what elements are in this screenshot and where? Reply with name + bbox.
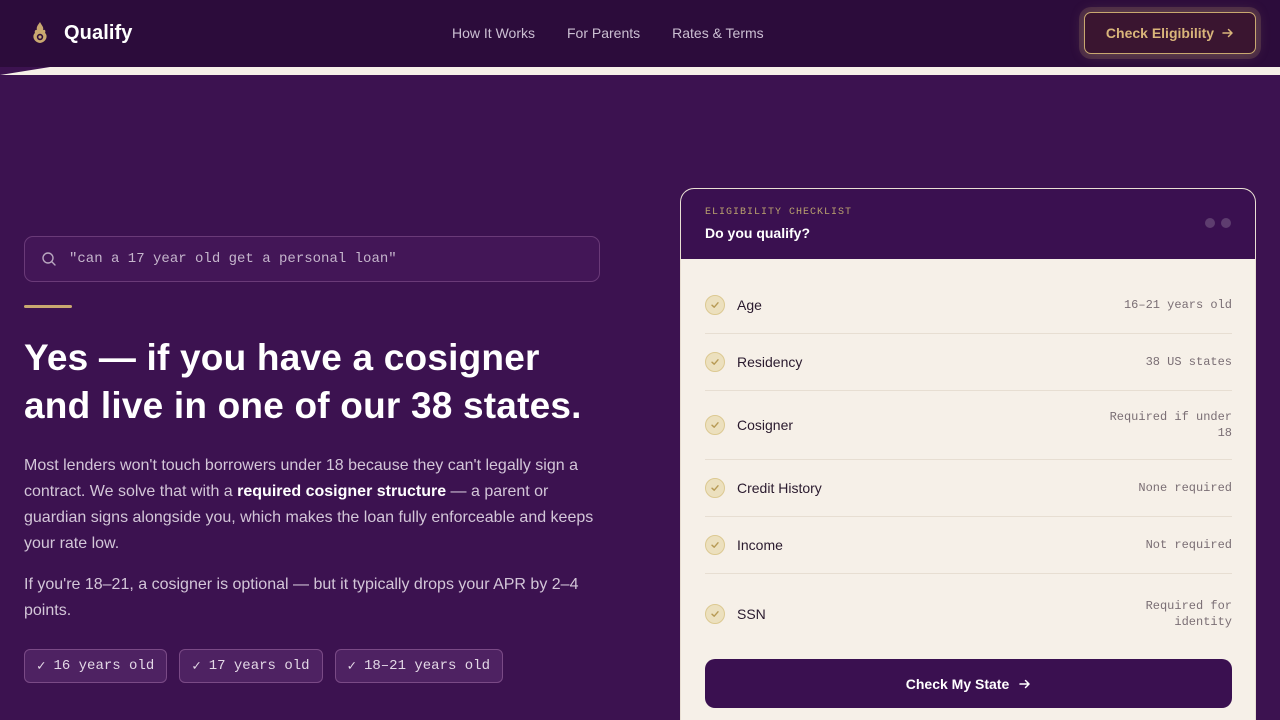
row-left: Income: [705, 535, 783, 555]
row-left: Age: [705, 295, 762, 315]
age-chip-label: 18–21 years old: [363, 658, 490, 674]
nav-link-for-parents[interactable]: For Parents: [567, 25, 640, 41]
row-left: SSN: [705, 604, 766, 624]
hero-paragraph-1: Most lenders won't touch borrowers under…: [24, 453, 614, 557]
nav-link-rates-terms[interactable]: Rates & Terms: [672, 25, 764, 41]
row-left: Credit History: [705, 478, 822, 498]
check-icon: [705, 478, 725, 498]
hero-headline: Yes — if you have a cosigner and live in…: [24, 334, 644, 430]
checklist-row-income: Income Not required: [705, 517, 1232, 574]
search-query-box: "can a 17 year old get a personal loan": [24, 236, 600, 282]
arrow-right-icon: [1019, 679, 1030, 688]
check-eligibility-button[interactable]: Check Eligibility: [1084, 12, 1256, 54]
check-icon: [705, 295, 725, 315]
checklist-row-residency: Residency 38 US states: [705, 334, 1232, 391]
age-chip-18-21[interactable]: ✓ 18–21 years old: [334, 649, 503, 683]
window-dots: [1205, 218, 1231, 228]
row-value: Not required: [1145, 538, 1232, 552]
dot-icon: [1205, 218, 1215, 228]
row-label: Credit History: [737, 480, 822, 496]
top-nav: Qualify How It Works For Parents Rates &…: [0, 0, 1280, 67]
flame-badge-icon: [33, 22, 47, 43]
nav-links: How It Works For Parents Rates & Terms: [452, 25, 764, 41]
search-query-text: "can a 17 year old get a personal loan": [69, 251, 397, 267]
check-icon: [705, 415, 725, 435]
checklist-row-cosigner: Cosigner Required if under 18: [705, 391, 1232, 460]
age-chip-label: 17 years old: [208, 658, 310, 674]
row-value: 38 US states: [1145, 355, 1232, 369]
check-icon: ✓: [347, 658, 356, 675]
check-my-state-label: Check My State: [905, 675, 1010, 692]
check-my-state-button[interactable]: Check My State: [705, 659, 1232, 708]
accent-divider: [24, 305, 72, 308]
hero-paragraph-2: If you're 18–21, a cosigner is optional …: [24, 576, 579, 619]
check-icon: ✓: [192, 658, 201, 675]
check-icon: [705, 535, 725, 555]
search-icon: [42, 252, 56, 266]
page: Qualify How It Works For Parents Rates &…: [0, 0, 1280, 720]
row-value: 16–21 years old: [1123, 298, 1232, 312]
dot-icon: [1221, 218, 1231, 228]
nav-link-how-it-works[interactable]: How It Works: [452, 25, 535, 41]
checklist-row-ssn: SSN Required for identity: [705, 574, 1232, 654]
checklist-row-credit-history: Credit History None required: [705, 460, 1232, 517]
headline-line-1: Yes — if you have a cosigner: [24, 337, 540, 378]
card-title: Do you qualify?: [705, 225, 810, 241]
para1-bold-text: required cosigner structure: [237, 483, 447, 500]
age-chip-17[interactable]: ✓ 17 years old: [179, 649, 323, 683]
arrow-right-icon: [1222, 28, 1233, 38]
card-header: ELIGIBILITY CHECKLIST Do you qualify?: [681, 189, 1255, 259]
row-label: Residency: [737, 354, 803, 370]
row-value: Required for identity: [1145, 599, 1232, 629]
checklist-row-age: Age 16–21 years old: [705, 277, 1232, 334]
age-chip-16[interactable]: ✓ 16 years old: [24, 649, 168, 683]
brand-logo[interactable]: Qualify: [30, 21, 133, 45]
age-chips: ✓ 16 years old ✓ 17 years old ✓ 18–21 ye…: [24, 649, 503, 683]
brand-name: Qualify: [64, 21, 133, 44]
row-label: SSN: [737, 606, 766, 622]
row-left: Cosigner: [705, 415, 793, 435]
headline-line-2: and live in one of our 38 states.: [24, 385, 582, 426]
age-chip-label: 16 years old: [53, 658, 155, 674]
check-icon: [705, 604, 725, 624]
row-value: Required if under 18: [1109, 410, 1232, 440]
checklist-rows: Age 16–21 years old Residency 38 US stat…: [705, 277, 1232, 654]
nav-divider-strip: [0, 67, 1280, 75]
check-eligibility-label: Check Eligibility: [1105, 25, 1215, 41]
row-label: Age: [737, 297, 762, 313]
row-value: None required: [1138, 481, 1232, 495]
row-left: Residency: [705, 352, 802, 372]
eligibility-checklist-card: ELIGIBILITY CHECKLIST Do you qualify? Ag…: [680, 188, 1256, 720]
row-label: Income: [737, 537, 783, 553]
check-icon: ✓: [37, 658, 46, 675]
row-label: Cosigner: [737, 417, 794, 433]
check-icon: [705, 352, 725, 372]
card-eyebrow: ELIGIBILITY CHECKLIST: [705, 207, 853, 218]
